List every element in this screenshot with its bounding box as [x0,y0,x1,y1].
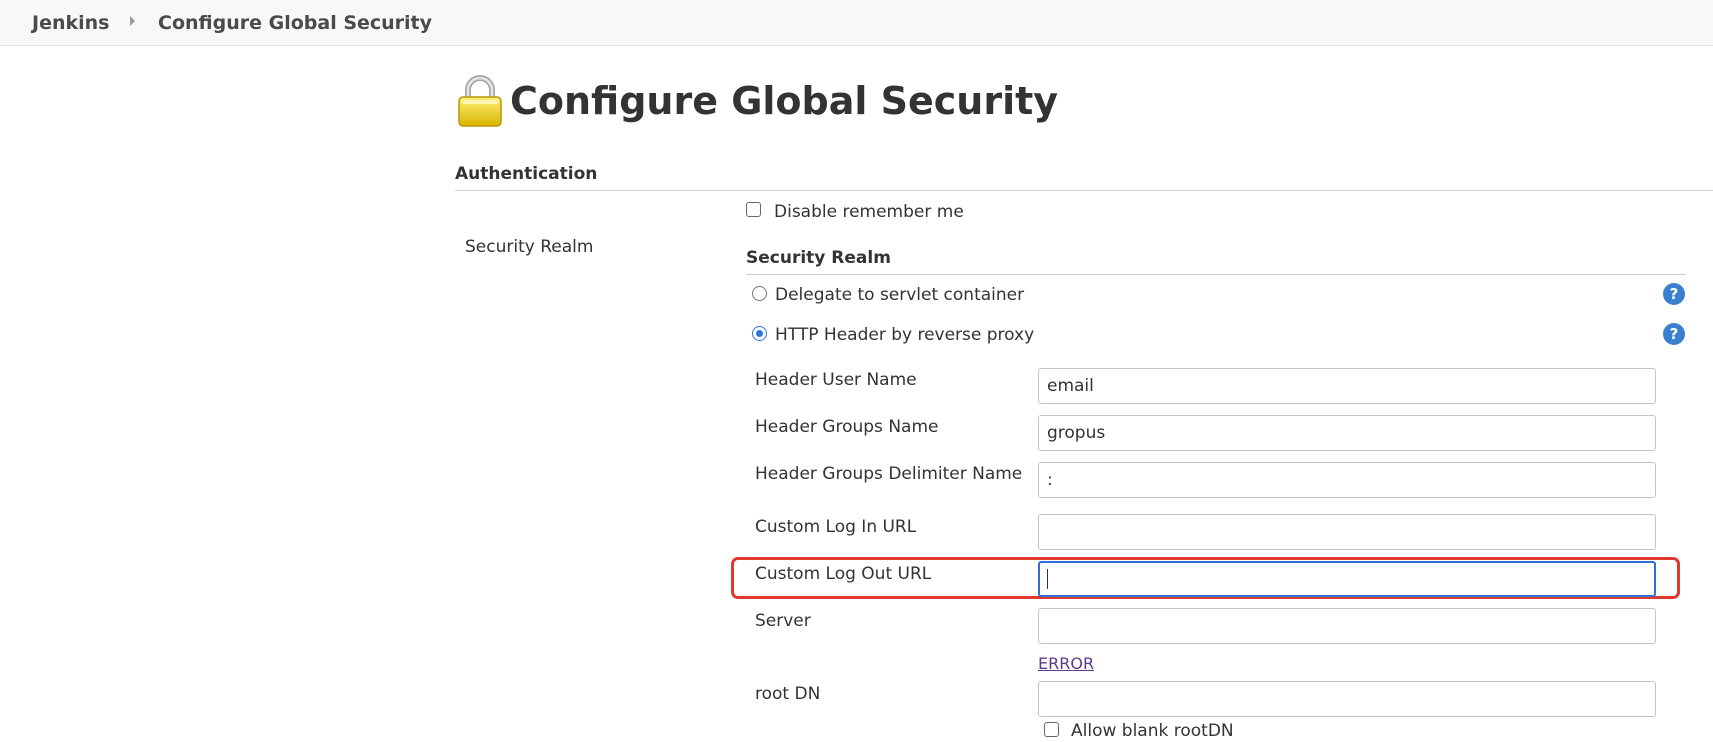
text-cursor [1047,569,1048,589]
disable-remember-me-label: Disable remember me [774,202,964,222]
section-divider [455,190,1713,191]
security-realm-side-label: Security Realm [465,237,594,257]
custom-logout-url-input[interactable] [1038,561,1656,597]
allow-blank-rootdn-label: Allow blank rootDN [1071,721,1234,741]
root-dn-label: root DN [755,684,821,704]
breadcrumb-current[interactable]: Configure Global Security [158,11,432,35]
lock-icon [458,75,502,127]
allow-blank-rootdn-checkbox[interactable] [1044,722,1059,737]
disable-remember-me-checkbox[interactable] [746,202,761,217]
security-realm-divider [746,274,1686,275]
option-delegate-servlet-label: Delegate to servlet container [775,285,1025,305]
breadcrumb: Jenkins Configure Global Security [0,0,1713,46]
security-realm-heading: Security Realm [746,248,891,268]
radio-http-header-proxy[interactable] [752,326,767,341]
help-icon[interactable]: ? [1663,283,1685,305]
server-label: Server [755,611,811,631]
custom-logout-url-label: Custom Log Out URL [755,564,932,584]
custom-login-url-label: Custom Log In URL [755,517,917,537]
server-input[interactable] [1038,608,1656,644]
option-http-header-proxy-label: HTTP Header by reverse proxy [775,325,1035,345]
header-groups-name-label: Header Groups Name [755,417,939,437]
header-groups-delimiter-input[interactable] [1038,462,1656,498]
authentication-heading: Authentication [455,164,598,184]
custom-login-url-input[interactable] [1038,514,1656,550]
server-error-link[interactable]: ERROR [1038,653,1094,675]
breadcrumb-jenkins-link[interactable]: Jenkins [32,11,109,35]
root-dn-input[interactable] [1038,681,1656,717]
header-user-name-label: Header User Name [755,370,917,390]
chevron-right-icon [130,16,135,26]
header-groups-name-input[interactable] [1038,415,1656,451]
radio-delegate-servlet[interactable] [752,286,767,301]
header-user-name-input[interactable] [1038,368,1656,404]
page-title: Configure Global Security [510,79,1059,123]
help-icon[interactable]: ? [1663,323,1685,345]
header-groups-delimiter-label: Header Groups Delimiter Name [755,464,1023,484]
